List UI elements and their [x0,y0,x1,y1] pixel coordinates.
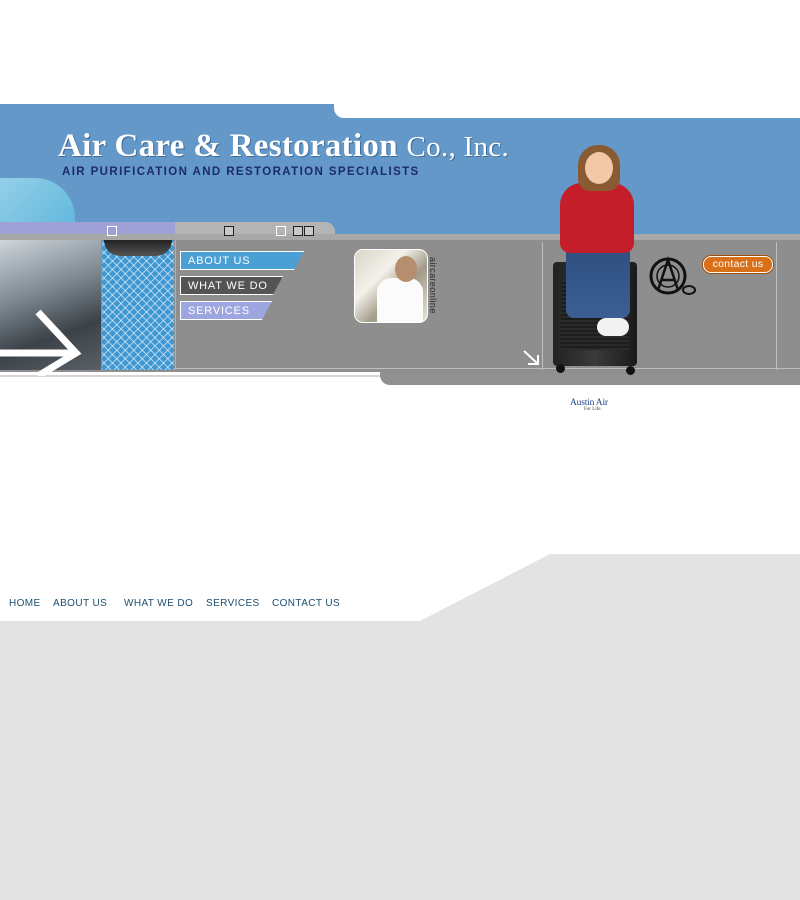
arrow-right-icon [0,309,82,376]
austin-air-logo-subtitle: For Life. [584,407,602,412]
footer-link-contact-us[interactable]: CONTACT US [272,598,340,609]
technician-coat [377,278,423,322]
square-icon [224,226,234,236]
brand-name: Air Care & Restoration [58,128,398,164]
footer-link-what-we-do[interactable]: WHAT WE DO [124,598,193,609]
brand-suffix: Co., Inc. [406,131,510,163]
girl-shoe [597,318,629,336]
nav-about-us-button[interactable]: ABOUT US [180,251,304,270]
purifier-wheel [556,364,565,373]
technician-photo [354,249,428,323]
girl-sweater [560,183,634,253]
austin-air-logo[interactable]: Austin Air For Life. [570,398,616,416]
brand-tagline: AIR PURIFICATION AND RESTORATION SPECIAL… [62,166,420,178]
technician-head [395,256,417,282]
girl-face [585,152,613,184]
arrow-down-right-icon[interactable] [522,349,542,367]
footer-link-about-us[interactable]: ABOUT US [53,598,107,609]
header-tab-notch [334,104,800,118]
footer-wedge [420,554,800,621]
footer-link-home[interactable]: HOME [9,598,41,609]
company-seal-icon [649,256,696,295]
purifier-wheel [626,366,635,375]
showcase-band-tab [380,372,800,385]
contact-us-button[interactable]: contact us [703,256,773,273]
divider [542,242,543,370]
divider [776,242,777,370]
divider [175,240,176,370]
square-icon [293,226,303,236]
nav-what-we-do-button[interactable]: WHAT WE DO [180,276,283,295]
vertical-caption: aircareonline [425,257,439,321]
footer-link-services[interactable]: SERVICES [206,598,260,609]
vertical-caption-text: aircareonline [428,257,438,314]
square-icon [107,226,117,236]
square-icon [276,226,286,236]
filter-mesh-photo [102,240,174,370]
brand-title: Air Care & Restoration Co., Inc. [58,128,509,165]
girl-legs [566,246,630,318]
filter-rim [104,240,172,256]
square-icon [304,226,314,236]
footer-background [0,621,800,900]
nav-services-button[interactable]: SERVICES [180,301,272,320]
